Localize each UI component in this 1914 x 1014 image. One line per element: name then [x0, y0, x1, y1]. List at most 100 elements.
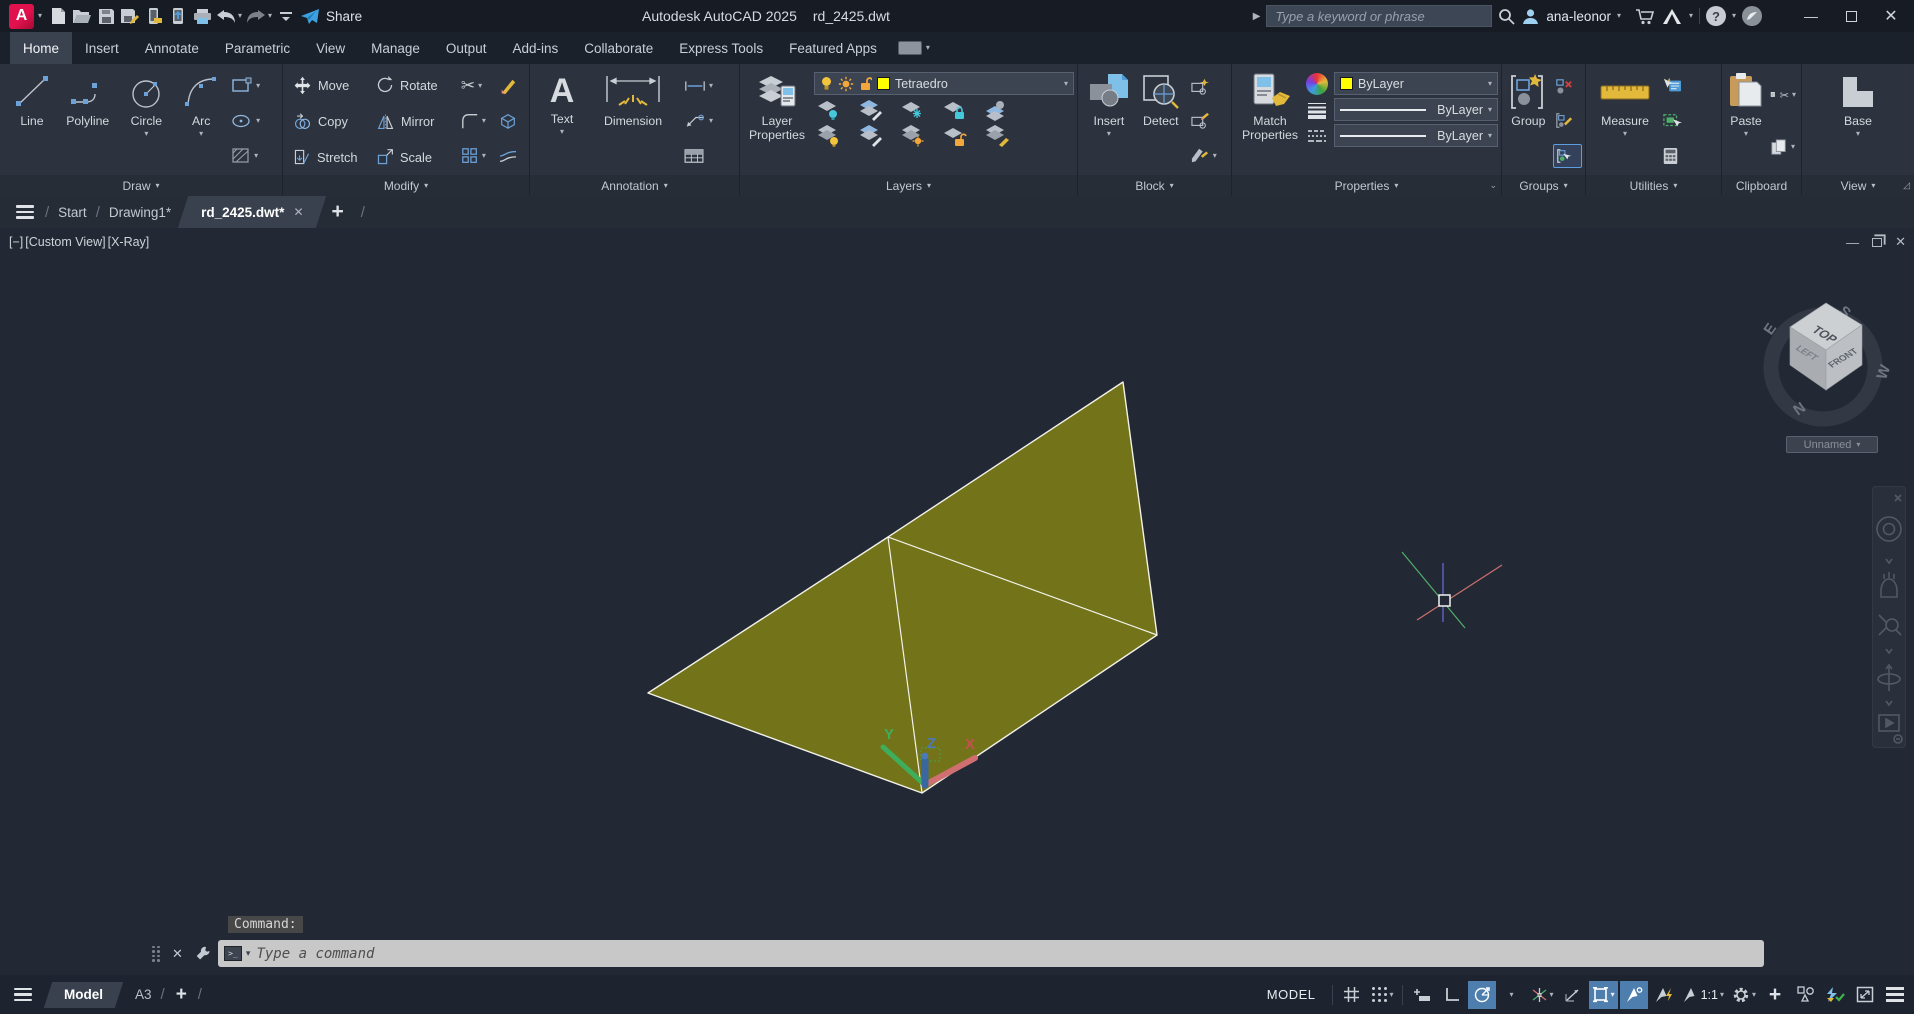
edit-attributes-tool[interactable]: ▾ — [1188, 144, 1228, 168]
ortho-mode-toggle[interactable] — [1438, 981, 1466, 1009]
paste-flyout-arrow[interactable]: ▾ — [1744, 130, 1748, 138]
paste-tool[interactable]: Paste ▾ — [1726, 67, 1766, 175]
search-input[interactable] — [1266, 5, 1492, 27]
edit-block-tool[interactable] — [1188, 109, 1228, 133]
isolate-objects-button[interactable] — [1791, 981, 1819, 1009]
quick-calculator-tool[interactable] — [1660, 144, 1694, 168]
close-button[interactable]: ✕ — [1874, 0, 1908, 32]
layer-freeze-tool-icon[interactable] — [900, 99, 926, 121]
save-to-mobile-button[interactable] — [142, 3, 166, 29]
polyline-tool[interactable]: Polyline — [60, 67, 116, 175]
command-bar[interactable]: >_ ▾ — [218, 940, 1764, 967]
workspace-switching-button[interactable]: ▾ — [1729, 981, 1759, 1009]
offset-tool[interactable] — [496, 144, 526, 168]
layer-combo-arrow[interactable]: ▾ — [1064, 80, 1068, 88]
object-snap-toggle[interactable]: ▾ — [1589, 981, 1618, 1009]
linetype-combo[interactable]: ByLayer ▾ — [1334, 124, 1498, 147]
text-flyout-arrow[interactable]: ▾ — [560, 128, 564, 136]
autodesk-menu-arrow[interactable]: ▾ — [1689, 12, 1693, 20]
dim-linear-flyout-arrow[interactable]: ▾ — [709, 82, 713, 90]
rectangle-tool[interactable]: ▾ — [229, 74, 279, 98]
file-tab-active[interactable]: rd_2425.dwt* ✕ — [183, 196, 321, 228]
layer-thaw-all-tool-icon[interactable] — [900, 125, 926, 147]
panel-label-properties[interactable]: Properties▾⌄ — [1232, 175, 1501, 196]
file-tab-start[interactable]: Start — [56, 205, 89, 220]
qat-customize-button[interactable] — [274, 3, 298, 29]
help-icon[interactable]: ? — [1706, 6, 1726, 26]
undo-button[interactable]: ▾ — [214, 3, 244, 29]
clean-screen-button[interactable] — [1851, 981, 1879, 1009]
grid-display-toggle[interactable] — [1338, 981, 1366, 1009]
tab-annotate[interactable]: Annotate — [132, 32, 212, 64]
save-as-button[interactable] — [118, 3, 142, 29]
snap-menu-arrow[interactable]: ▾ — [1390, 991, 1394, 999]
rotate-tool[interactable]: Rotate — [372, 70, 459, 101]
copy-clip-flyout-arrow[interactable]: ▾ — [1791, 143, 1795, 151]
layer-off-tool-icon[interactable] — [816, 99, 842, 121]
zoom-extents-icon[interactable] — [1886, 619, 1898, 631]
group-tool[interactable]: Group — [1506, 67, 1551, 175]
layout-tab-a3[interactable]: A3 — [133, 987, 154, 1002]
command-prompt-icon[interactable]: >_ — [224, 946, 242, 961]
trim-tool[interactable]: ✂ ▾ — [459, 74, 497, 98]
dim-linear-tool[interactable]: ▾ — [682, 74, 728, 98]
user-menu-arrow[interactable]: ▾ — [1617, 12, 1621, 20]
properties-dialog-launcher[interactable]: ⌄ — [1489, 180, 1497, 191]
customization-button[interactable] — [1881, 981, 1909, 1009]
tab-insert[interactable]: Insert — [72, 32, 132, 64]
workspace-menu-arrow[interactable]: ▾ — [1752, 991, 1756, 999]
drawing-viewport[interactable]: [−] [Custom View] [X-Ray] — ✕ Y Z X — [0, 228, 1914, 975]
command-input[interactable] — [254, 945, 1757, 963]
ellipse-tool[interactable]: ▾ — [229, 109, 279, 133]
maximize-button[interactable] — [1834, 0, 1868, 32]
copy-tool[interactable]: Copy — [289, 106, 372, 137]
tab-parametric[interactable]: Parametric — [212, 32, 303, 64]
dynamic-input-toggle[interactable] — [1408, 981, 1436, 1009]
new-layout-button[interactable]: + — [176, 984, 187, 1006]
group-selection-toggle[interactable] — [1553, 144, 1582, 168]
isometric-drafting-toggle[interactable]: ▾ — [1528, 981, 1557, 1009]
annotation-monitor-button[interactable]: + — [1761, 981, 1789, 1009]
leader-flyout-arrow[interactable]: ▾ — [709, 117, 713, 125]
leader-tool[interactable]: ▾ — [682, 109, 728, 133]
panel-label-draw[interactable]: Draw▾ — [0, 175, 282, 196]
new-file-button[interactable] — [46, 3, 70, 29]
close-tab-icon[interactable]: ✕ — [293, 205, 303, 219]
tab-express-tools[interactable]: Express Tools — [666, 32, 776, 64]
create-block-tool[interactable] — [1188, 74, 1228, 98]
navbar-close-icon[interactable] — [1895, 495, 1901, 501]
tab-view[interactable]: View — [303, 32, 358, 64]
cut-tool[interactable]: ✂ ▾ — [1768, 83, 1798, 107]
pan-hand-icon[interactable] — [1881, 579, 1897, 597]
autocad-app-logo[interactable]: A — [9, 4, 34, 29]
linetype-icon[interactable] — [1306, 128, 1328, 144]
ellipse-flyout-arrow[interactable]: ▾ — [256, 117, 260, 125]
layer-lock-tool-icon[interactable] — [942, 99, 968, 121]
circle-tool[interactable]: Circle ▾ — [120, 67, 174, 175]
hatch-tool[interactable]: ▾ — [229, 144, 279, 168]
app-menu-arrow-icon[interactable]: ▾ — [38, 12, 42, 20]
polar-tracking-toggle[interactable] — [1468, 981, 1496, 1009]
osnap-menu-arrow[interactable]: ▾ — [1611, 991, 1615, 999]
named-view-pill[interactable]: Unnamed ▾ — [1786, 436, 1878, 453]
panel-label-utilities[interactable]: Utilities▾ — [1586, 175, 1721, 196]
hatch-flyout-arrow[interactable]: ▾ — [254, 152, 258, 160]
annotation-autoscale-toggle[interactable] — [1650, 981, 1678, 1009]
stretch-tool[interactable]: Stretch — [289, 142, 372, 173]
recent-commands-arrow[interactable]: ▾ — [246, 948, 251, 959]
polar-menu-arrow-button[interactable]: ▾ — [1498, 981, 1526, 1009]
navigation-bar[interactable] — [1872, 486, 1906, 748]
fillet-tool[interactable]: ▾ — [459, 109, 497, 133]
viewport-close-icon[interactable]: ✕ — [1895, 234, 1906, 250]
layer-on-off-tool-icon[interactable] — [816, 125, 842, 147]
snap-mode-toggle[interactable]: ▾ — [1368, 981, 1397, 1009]
save-button[interactable] — [94, 3, 118, 29]
lineweight-combo-arrow[interactable]: ▾ — [1488, 106, 1492, 114]
plot-button[interactable] — [190, 3, 214, 29]
mirror-tool[interactable]: Mirror — [372, 106, 459, 137]
erase-tool[interactable] — [496, 74, 526, 98]
navbar-zoom-arrow[interactable] — [1886, 649, 1892, 653]
new-tab-button[interactable]: + — [332, 200, 344, 224]
command-close-icon[interactable]: ✕ — [172, 946, 183, 962]
fillet-flyout-arrow[interactable]: ▾ — [482, 117, 486, 125]
